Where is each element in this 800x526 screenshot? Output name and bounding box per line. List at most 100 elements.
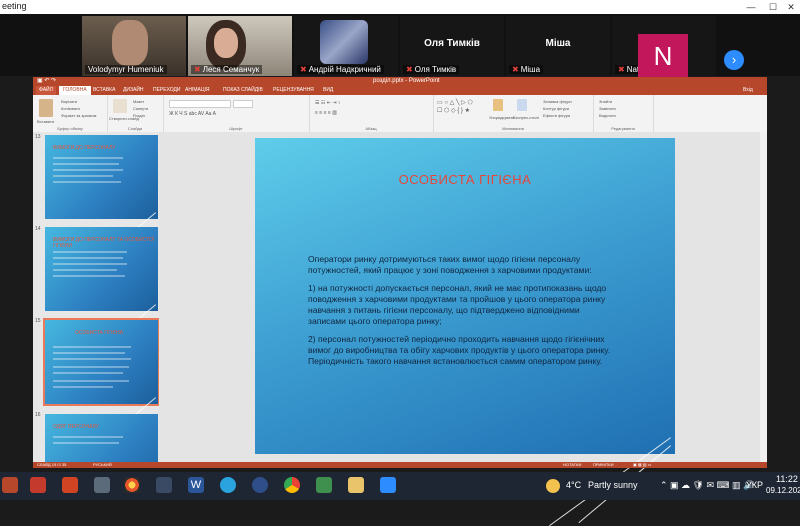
replace-button[interactable]: Замінити <box>599 106 616 111</box>
ribbon-tabs: ФАЙЛ ГОЛОВНА ВСТАВКА ДИЗАЙН ПЕРЕХОДИ АНІ… <box>33 86 767 95</box>
shape-effects-button[interactable]: Ефекти фігури <box>543 113 570 118</box>
thumb-title: ВИМОГИ ДО ПЕРСОНАЛУ <box>53 145 116 151</box>
new-slide-icon[interactable] <box>113 99 127 113</box>
next-page-icon[interactable]: › <box>724 50 744 70</box>
chrome-taskbar-icon[interactable] <box>284 477 300 493</box>
word-taskbar-icon[interactable]: W <box>188 477 204 493</box>
app-taskbar-icon[interactable] <box>156 477 172 493</box>
app-taskbar-icon[interactable] <box>94 477 110 493</box>
language-indicator[interactable]: УКР <box>746 480 763 490</box>
tab-design[interactable]: ДИЗАЙН <box>123 86 144 95</box>
thumb-number: 16 <box>35 412 41 418</box>
thumb-text-line <box>53 157 123 159</box>
participant-avatar-photo <box>320 20 368 64</box>
ribbon: Вставити Вирізати Копіювати Формат за зр… <box>33 95 767 133</box>
slide-paragraph: 2) персонал потужностей періодично прохо… <box>308 334 611 366</box>
shapes-gallery-icon[interactable]: ☐ ⬡ ◇ { } ★ <box>437 107 470 114</box>
participant-name: ✖ Оля Тимків <box>403 65 460 74</box>
current-slide[interactable]: ОСОБИСТА ГІГІЄНА Оператори ринку дотриму… <box>255 138 675 526</box>
copy-button[interactable]: Копіювати <box>61 106 80 111</box>
thumb-text-line <box>53 175 113 177</box>
cut-button[interactable]: Вирізати <box>61 99 77 104</box>
weather-temp[interactable]: 4°C <box>566 480 581 490</box>
select-button[interactable]: Виділити <box>599 113 616 118</box>
tab-view[interactable]: ВИД <box>323 86 333 95</box>
participant-tile[interactable]: Оля Тимків ✖ Оля Тимків <box>400 16 504 76</box>
notes-button[interactable]: НОТАТКИ <box>563 462 581 468</box>
close-icon[interactable]: ✕ <box>780 0 800 14</box>
align-icons[interactable]: ≡ ≡ ≡ ≡ ▥ <box>315 110 337 116</box>
slide-thumbnail[interactable]: ОДЯГ ПЕРСОНАЛУ <box>45 414 158 462</box>
app-taskbar-icon[interactable] <box>62 477 78 493</box>
thumb-text-line <box>53 386 113 388</box>
paste-icon[interactable] <box>39 99 53 117</box>
find-button[interactable]: Знайти <box>599 99 612 104</box>
group-label: Слайди <box>127 126 143 131</box>
tab-file[interactable]: ФАЙЛ <box>36 86 56 95</box>
zoom-taskbar-icon[interactable] <box>380 477 396 493</box>
paste-label[interactable]: Вставити <box>37 119 54 124</box>
telegram-taskbar-icon[interactable] <box>220 477 236 493</box>
slide-thumbnail[interactable]: ВИМОГИ ДО ПЕРСОНАЛУ ТА ОСОБИСТОЇ ГІГІЄНИ <box>45 227 158 327</box>
participant-strip: Volodymyr Humeniuk ✖ Леся Семанчук ✖ Андрі… <box>0 14 800 78</box>
quick-styles-button[interactable]: Експрес-стилі <box>513 115 539 120</box>
arrange-icon[interactable] <box>493 99 503 111</box>
mic-muted-icon: ✖ <box>300 65 307 74</box>
thumb-text-line <box>53 263 127 265</box>
clock-date[interactable]: 09.12.202 <box>766 486 800 495</box>
vertical-scrollbar[interactable] <box>760 132 767 462</box>
sign-in-link[interactable]: Вхід <box>743 86 753 95</box>
thumb-text-line <box>53 257 123 259</box>
group-label: Абзац <box>365 126 377 131</box>
quick-access-icon[interactable]: ▣ ↶ ↷ <box>37 77 56 86</box>
thumb-text-line <box>53 372 123 374</box>
participant-name: ✖ Леся Семанчук <box>191 65 263 74</box>
shape-outline-button[interactable]: Контур фігури <box>543 106 569 111</box>
reset-button[interactable]: Скинути <box>133 106 148 111</box>
shapes-gallery-icon[interactable]: ▭ ○ △ ╲ ▷ ⬠ <box>437 99 473 106</box>
section-button[interactable]: Розділ <box>133 113 145 118</box>
thumb-text-line <box>53 366 129 368</box>
participant-name: ✖ Андрій Надкричний <box>297 65 384 74</box>
tab-home[interactable]: ГОЛОВНА <box>59 86 91 95</box>
font-format-icons[interactable]: Ж К Ч S abc AV Aa A <box>169 111 216 117</box>
participant-tile[interactable]: Volodymyr Humeniuk <box>82 16 186 76</box>
comments-button[interactable]: ПРИМІТКИ <box>593 462 614 468</box>
format-painter-button[interactable]: Формат за зразком <box>61 113 96 118</box>
tab-animation[interactable]: АНІМАЦІЯ <box>185 86 210 95</box>
layout-button[interactable]: Макет <box>133 99 144 104</box>
group-label: Малювання <box>502 126 524 131</box>
tab-review[interactable]: РЕЦЕНЗУВАННЯ <box>273 86 314 95</box>
clock-time[interactable]: 11:22 <box>776 474 798 484</box>
arrange-button[interactable]: Упорядкувати <box>489 115 515 120</box>
weather-icon[interactable] <box>546 479 560 493</box>
app-taskbar-icon[interactable] <box>252 477 268 493</box>
minimize-icon[interactable]: — <box>740 0 762 14</box>
tab-insert[interactable]: ВСТАВКА <box>93 86 115 95</box>
participant-tile[interactable]: ✖ Андрій Надкричний <box>294 16 398 76</box>
slide-editing-area: ОСОБИСТА ГІГІЄНА Оператори ринку дотриму… <box>159 132 767 526</box>
ribbon-group-slides: Створити слайд Макет Скинути Розділ Слай… <box>107 95 164 132</box>
weather-text[interactable]: Partly sunny <box>588 480 638 490</box>
shape-fill-button[interactable]: Заливка фігури <box>543 99 572 104</box>
quick-styles-icon[interactable] <box>517 99 527 111</box>
view-icons[interactable]: ▣ ▦ ▤ ▭ <box>633 462 651 468</box>
tab-slideshow[interactable]: ПОКАЗ СЛАЙДІВ <box>223 86 263 95</box>
app-taskbar-icon[interactable] <box>30 477 46 493</box>
app-taskbar-icon[interactable] <box>348 477 364 493</box>
list-icons[interactable]: ☰ ☷ ⇤ ⇥ ↕ <box>315 100 340 106</box>
slide-thumbnail[interactable]: ВИМОГИ ДО ПЕРСОНАЛУ <box>45 135 158 235</box>
tray-icons[interactable]: ⌃ ▣ ☁ 🛡 ✉ ⌨ ▥ 🔊 <box>660 480 754 491</box>
app-taskbar-icon[interactable] <box>316 477 332 493</box>
font-size-input[interactable] <box>233 100 253 108</box>
slide-thumbnail-selected[interactable]: ОСОБИСТА ГІГІЄНА <box>43 318 159 420</box>
font-name-input[interactable] <box>169 100 231 108</box>
app-taskbar-icon[interactable] <box>124 477 140 493</box>
participant-tile[interactable]: Міша ✖ Міша <box>506 16 610 76</box>
slide-paragraph: Оператори ринку дотримуються таких вимог… <box>308 254 592 275</box>
tab-transitions[interactable]: ПЕРЕХОДИ <box>153 86 181 95</box>
slide-counter: СЛАЙД 15 ІЗ 35 <box>37 462 67 467</box>
participant-tile[interactable]: ✖ Леся Семанчук <box>188 16 292 76</box>
powerpoint-taskbar-icon[interactable] <box>2 477 18 493</box>
thumb-number: 14 <box>35 226 41 232</box>
